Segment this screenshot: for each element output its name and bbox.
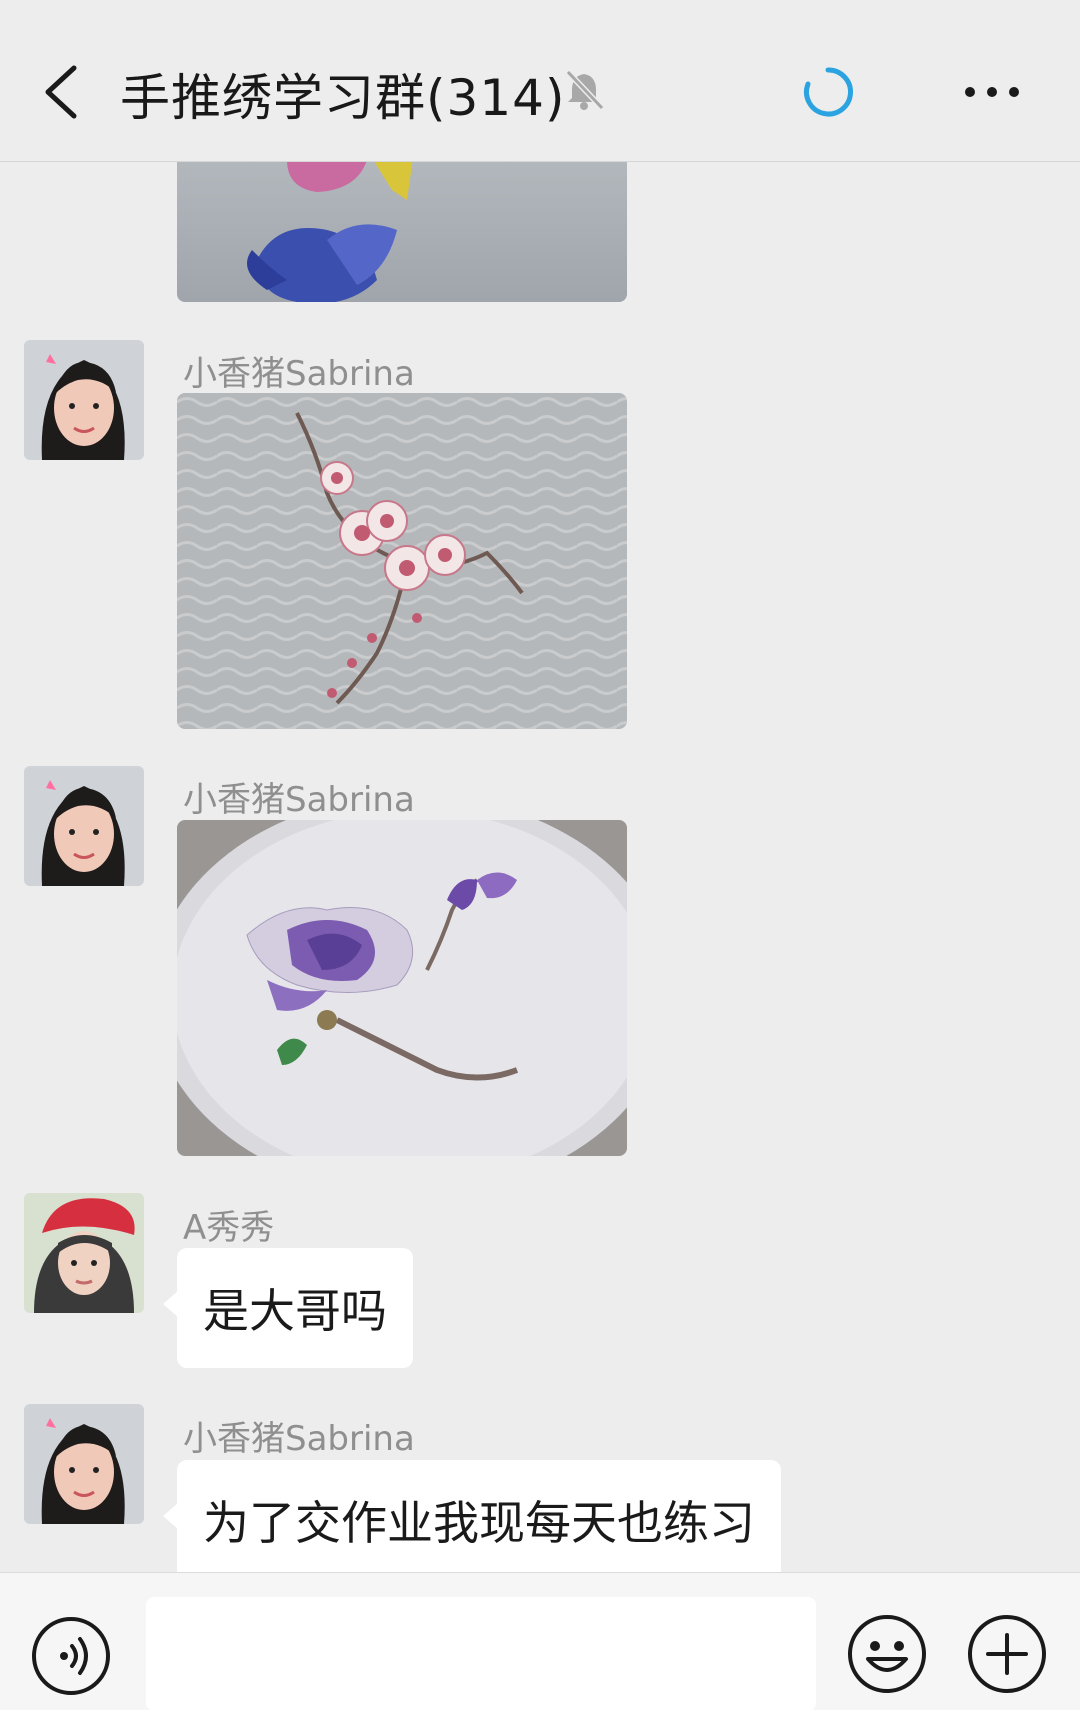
text-message-bubble[interactable]: 为了交作业我现每天也练习: [163, 1460, 781, 1572]
chevron-left-icon: [45, 65, 77, 119]
input-bar: [0, 1572, 1080, 1710]
avatar[interactable]: [24, 340, 144, 460]
avatar[interactable]: [24, 1404, 144, 1524]
embroidery-image: [177, 820, 627, 1156]
sender-name: 小香猪Sabrina: [183, 780, 415, 820]
message-text: 为了交作业我现每天也练习: [203, 1496, 755, 1550]
sender-name: 小香猪Sabrina: [183, 1419, 415, 1459]
plus-icon: [968, 1615, 1046, 1693]
embroidery-image: [177, 393, 627, 729]
avatar-image: [24, 766, 144, 886]
chat-message-list[interactable]: 小香猪Sabrina 小香猪Sabrina A秀秀 是大哥吗 小香猪Sabrin…: [0, 0, 1080, 1572]
spinner-icon: [800, 64, 856, 120]
sender-name: A秀秀: [183, 1208, 275, 1248]
avatar-image: [24, 1404, 144, 1524]
image-message[interactable]: [177, 820, 627, 1156]
avatar-image: [24, 340, 144, 460]
chat-header: 手推绣学习群(314): [0, 0, 1080, 162]
back-button[interactable]: [34, 52, 94, 132]
bell-off-icon: [562, 68, 606, 112]
image-message[interactable]: [177, 393, 627, 729]
plus-button[interactable]: [966, 1613, 1048, 1695]
emoji-icon: [848, 1615, 926, 1693]
text-message-bubble[interactable]: 是大哥吗: [163, 1248, 413, 1368]
voice-icon: [32, 1617, 110, 1695]
message-text: 是大哥吗: [203, 1284, 387, 1338]
voice-button[interactable]: [30, 1615, 112, 1697]
sender-name: 小香猪Sabrina: [183, 354, 415, 394]
avatar[interactable]: [24, 766, 144, 886]
message-input[interactable]: [146, 1597, 816, 1710]
more-dots-icon: [965, 87, 1019, 97]
avatar[interactable]: [24, 1193, 144, 1313]
more-button[interactable]: [960, 70, 1024, 114]
emoji-button[interactable]: [846, 1613, 928, 1695]
chat-title: 手推绣学习群(314): [120, 69, 566, 127]
avatar-image: [24, 1193, 144, 1313]
